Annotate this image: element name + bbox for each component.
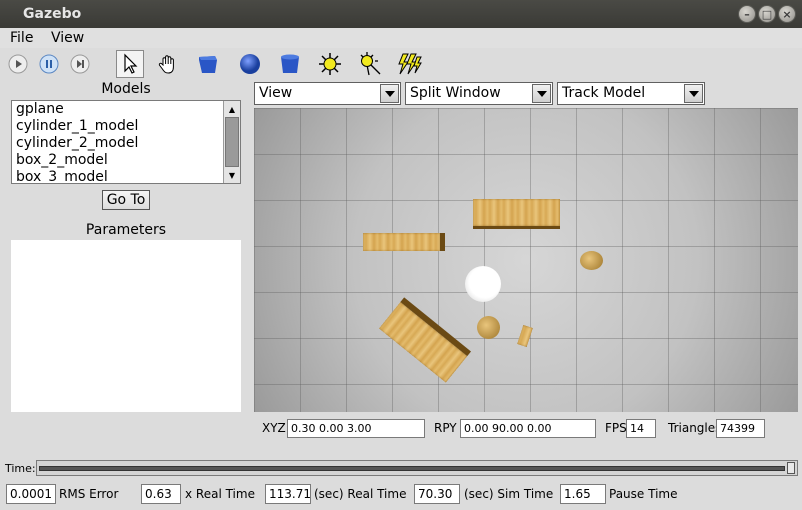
- list-item[interactable]: gplane: [12, 101, 240, 118]
- list-item[interactable]: cylinder_2_model: [12, 135, 240, 152]
- box-model[interactable]: [363, 233, 445, 251]
- window-title: Gazebo: [23, 6, 82, 22]
- scroll-down-icon[interactable]: ▼: [225, 168, 239, 182]
- pause-button[interactable]: [35, 50, 63, 78]
- parameters-panel: [11, 240, 241, 412]
- rpy-field[interactable]: 0.00 90.00 0.00: [460, 419, 596, 438]
- box-model[interactable]: [473, 199, 560, 229]
- chevron-down-icon[interactable]: [532, 84, 551, 103]
- pause-time-field[interactable]: 1.65: [560, 484, 606, 504]
- 3d-viewport[interactable]: [254, 108, 798, 412]
- real-time-field[interactable]: 113.71: [265, 484, 311, 504]
- play-button[interactable]: [4, 50, 32, 78]
- select-mode-button[interactable]: [116, 50, 144, 78]
- real-time-factor-field[interactable]: 0.63: [141, 484, 181, 504]
- scroll-thumb[interactable]: [225, 117, 239, 167]
- spot-light-icon: [360, 52, 381, 76]
- sim-time-label: (sec) Sim Time: [464, 487, 554, 501]
- pause-time-label: Pause Time: [609, 487, 678, 501]
- chevron-down-icon[interactable]: [684, 84, 703, 103]
- sphere-model[interactable]: [465, 266, 501, 302]
- time-label: Time:: [5, 462, 36, 475]
- split-window-select[interactable]: Split Window: [405, 82, 553, 105]
- pause-icon: [39, 54, 59, 74]
- time-slider-track: [39, 466, 785, 471]
- box-model[interactable]: [517, 324, 533, 348]
- point-light-icon: [319, 53, 341, 75]
- parameters-label: Parameters: [85, 222, 167, 238]
- add-box-button[interactable]: [194, 50, 222, 78]
- cursor-icon: [124, 53, 138, 74]
- menu-file[interactable]: File: [10, 30, 33, 46]
- menu-view[interactable]: View: [51, 30, 84, 46]
- view-select[interactable]: View: [254, 82, 401, 105]
- maximize-icon[interactable]: □: [758, 5, 776, 23]
- toolbar: [0, 48, 802, 80]
- real-time-label: (sec) Real Time: [314, 487, 407, 501]
- close-icon[interactable]: ×: [778, 5, 796, 23]
- play-icon: [8, 54, 28, 74]
- cylinder-model[interactable]: [477, 316, 500, 339]
- add-directional-light-button[interactable]: [396, 50, 424, 78]
- window-titlebar: Gazebo – □ ×: [0, 0, 802, 28]
- cylinder-model[interactable]: [580, 251, 603, 270]
- add-cylinder-button[interactable]: [276, 50, 304, 78]
- track-model-select[interactable]: Track Model: [557, 82, 705, 105]
- track-model-value: Track Model: [562, 85, 646, 101]
- xyz-field[interactable]: 0.30 0.00 3.00: [287, 419, 425, 438]
- add-point-light-button[interactable]: [316, 50, 344, 78]
- split-window-value: Split Window: [410, 85, 501, 101]
- minimize-icon[interactable]: –: [738, 5, 756, 23]
- pan-mode-button[interactable]: [154, 50, 182, 78]
- xyz-label: XYZ: [262, 421, 286, 435]
- sphere-icon: [240, 54, 260, 74]
- menu-bar: File View: [0, 28, 802, 48]
- list-item[interactable]: cylinder_1_model: [12, 118, 240, 135]
- add-spot-light-button[interactable]: [356, 50, 384, 78]
- window-controls: – □ ×: [738, 5, 796, 23]
- fps-field[interactable]: 14: [626, 419, 656, 438]
- list-item[interactable]: box_3_model: [12, 169, 240, 183]
- chevron-down-icon[interactable]: [380, 84, 399, 103]
- rpy-label: RPY: [434, 421, 457, 435]
- fps-label: FPS: [605, 421, 627, 435]
- add-sphere-button[interactable]: [236, 50, 264, 78]
- models-label: Models: [101, 81, 151, 97]
- list-item[interactable]: box_2_model: [12, 152, 240, 169]
- step-button[interactable]: [66, 50, 94, 78]
- hand-icon: [158, 55, 174, 74]
- time-slider[interactable]: [36, 460, 798, 476]
- scroll-up-icon[interactable]: ▲: [225, 102, 239, 116]
- time-slider-handle[interactable]: [787, 462, 795, 474]
- step-icon: [70, 54, 90, 74]
- models-list[interactable]: gplane cylinder_1_model cylinder_2_model…: [11, 100, 241, 184]
- triangles-label: Triangles: [668, 421, 722, 435]
- directional-light-icon: [398, 53, 422, 75]
- view-select-value: View: [259, 85, 293, 101]
- box-model[interactable]: [378, 297, 472, 383]
- cylinder-icon: [281, 54, 299, 73]
- triangles-field[interactable]: 74399: [716, 419, 765, 438]
- go-to-button[interactable]: Go To: [102, 190, 150, 210]
- rms-error-field[interactable]: 0.0001: [6, 484, 56, 504]
- box-icon: [199, 56, 217, 73]
- rms-error-label: RMS Error: [59, 487, 119, 501]
- models-scrollbar[interactable]: ▲ ▼: [223, 101, 240, 183]
- real-time-factor-label: x Real Time: [185, 487, 255, 501]
- sim-time-field[interactable]: 70.30: [414, 484, 460, 504]
